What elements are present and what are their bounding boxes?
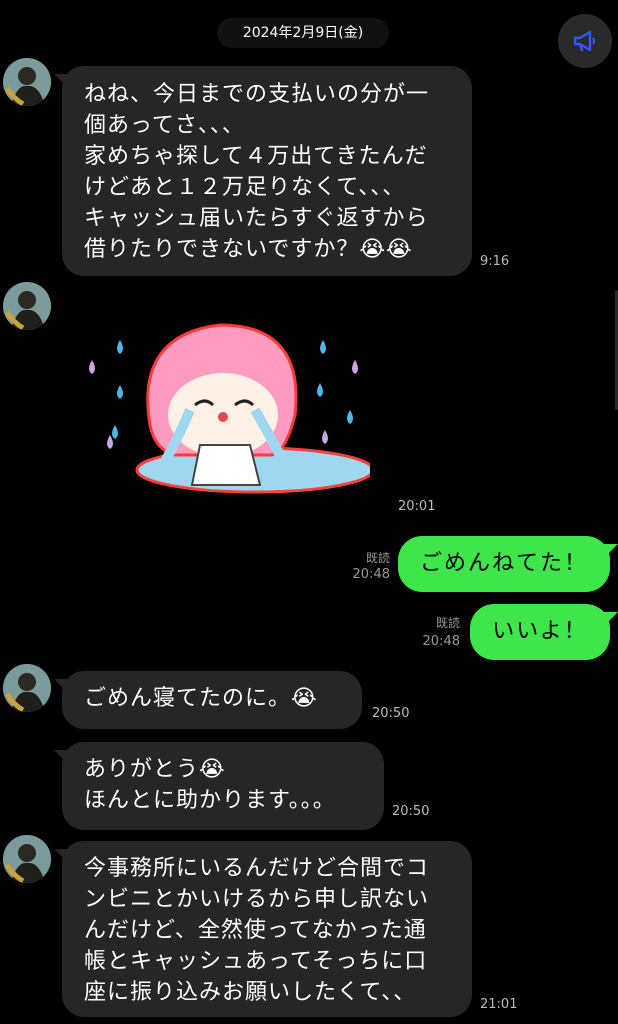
read-receipt: 既読 <box>435 616 460 630</box>
date-separator: 2024年2月9日(金) <box>217 18 389 48</box>
avatar[interactable] <box>3 58 51 106</box>
message-time: 20:48 <box>352 567 390 582</box>
message-bubble-sent[interactable]: いいよ！ <box>470 604 610 660</box>
megaphone-icon <box>573 30 595 52</box>
message-time: 21:01 <box>480 997 518 1012</box>
announcement-button[interactable] <box>558 14 612 68</box>
read-receipt: 既読 <box>365 551 390 565</box>
message-time: 20:48 <box>422 634 460 649</box>
message-bubble[interactable]: 今事務所にいるんだけど合間でコ ンビニとかいけるから申し訳ない んだけど、全然使… <box>62 841 472 1017</box>
avatar[interactable] <box>3 282 51 330</box>
avatar[interactable] <box>3 835 51 883</box>
message-bubble[interactable]: ねね、今日までの支払いの分が一 個あってさ、、、 家めちゃ探して４万出てきたんだ… <box>62 66 472 276</box>
message-time: 20:50 <box>392 804 430 819</box>
avatar[interactable] <box>3 664 51 712</box>
message-time: 9:16 <box>480 254 510 269</box>
message-bubble[interactable]: ごめん寝てたのに。😭 <box>62 671 362 729</box>
message-bubble-sent[interactable]: ごめんねてた！ <box>398 536 610 592</box>
message-time: 20:50 <box>372 706 410 721</box>
message-bubble[interactable]: ありがとう😭 ほんとに助かります。。。 <box>62 742 384 830</box>
message-time: 20:01 <box>398 499 436 514</box>
crying-girl-sticker[interactable] <box>80 305 370 500</box>
